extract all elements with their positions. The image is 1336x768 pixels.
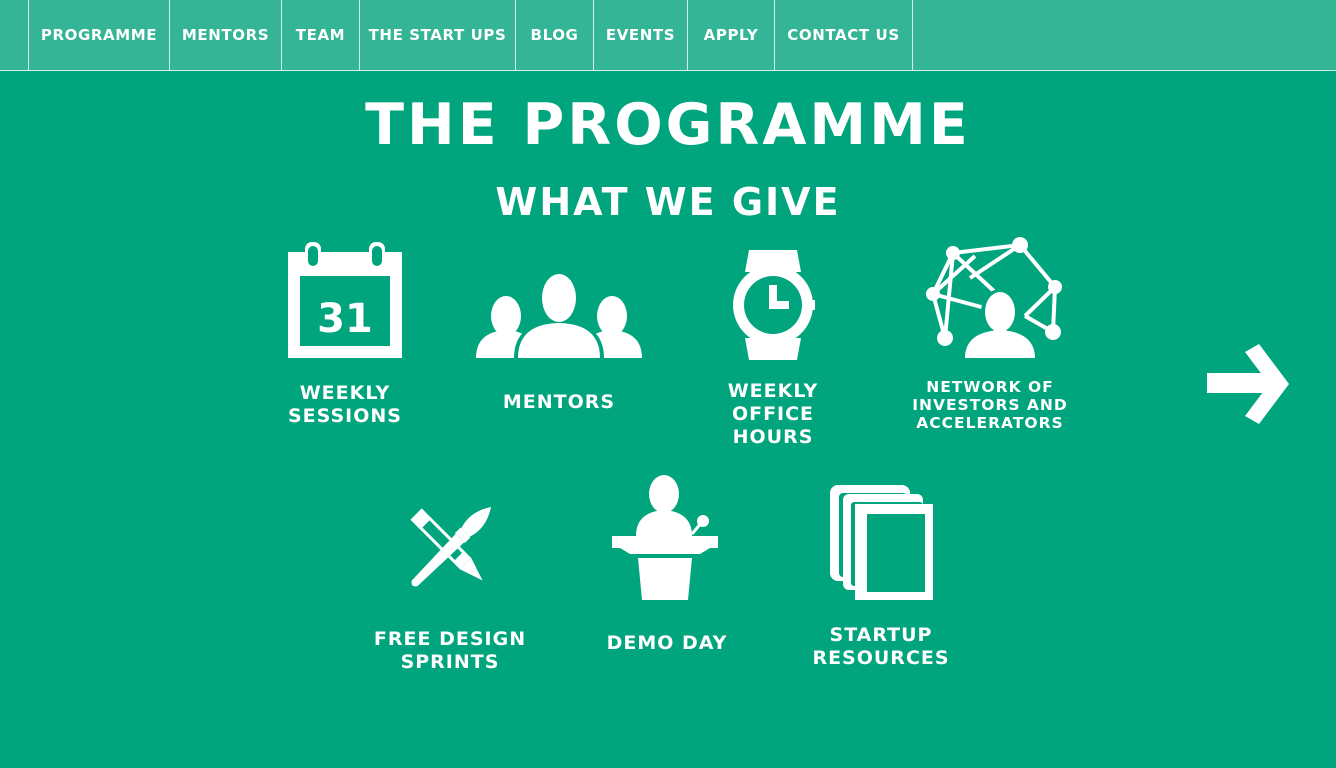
feature-label: WEEKLY OFFICE HOURS [727,380,819,448]
feature-free-design-sprints: FREE DESIGN SPRINTS [370,494,530,674]
nav-item-team[interactable]: TEAM [281,0,359,70]
documents-icon [830,485,933,600]
network-icon [926,237,1062,358]
feature-weekly-sessions: 31 WEEKLY SESSIONS [270,242,420,428]
top-navigation: PROGRAMME MENTORS TEAM THE START UPS BLO… [0,0,1336,71]
arrow-right-icon [1207,344,1289,424]
feature-network: NETWORK OF INVESTORS AND ACCELERATORS [905,236,1075,432]
nav-item-the-start-ups[interactable]: THE START UPS [359,0,515,70]
brush-pencil-icon [410,506,492,587]
calendar-icon: 31 [288,242,402,358]
feature-mentors: MENTORS [468,270,650,414]
feature-label: NETWORK OF INVESTORS AND ACCELERATORS [912,378,1068,432]
next-slide-button[interactable] [1205,344,1289,424]
nav-item-mentors[interactable]: MENTORS [169,0,281,70]
nav-item-programme[interactable]: PROGRAMME [28,0,169,70]
section-title: WHAT WE GIVE [495,180,841,224]
feature-label: MENTORS [502,391,616,413]
nav-item-blog[interactable]: BLOG [515,0,593,70]
feature-label: DEMO DAY [606,632,728,654]
page-title: THE PROGRAMME [365,92,971,158]
nav-list: PROGRAMME MENTORS TEAM THE START UPS BLO… [28,0,913,70]
feature-demo-day: DEMO DAY [592,474,742,655]
feature-weekly-office-hours: WEEKLY OFFICE HOURS [688,250,858,449]
feature-label: FREE DESIGN SPRINTS [373,628,527,673]
feature-startup-resources: STARTUP RESOURCES [806,484,956,670]
feature-label: STARTUP RESOURCES [812,624,950,669]
feature-label: WEEKLY SESSIONS [288,382,402,427]
nav-item-apply[interactable]: APPLY [687,0,774,70]
watch-icon [733,250,815,360]
nav-item-events[interactable]: EVENTS [593,0,687,70]
podium-icon [612,475,718,600]
svg-text:31: 31 [317,296,373,342]
nav-item-contact-us[interactable]: CONTACT US [774,0,913,70]
people-icon [476,272,642,358]
